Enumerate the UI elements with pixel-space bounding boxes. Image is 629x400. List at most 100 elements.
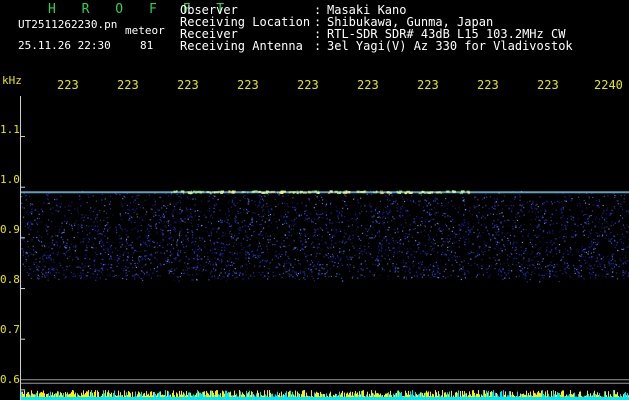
noise-pixel (134, 228, 136, 230)
noise-pixel (162, 229, 164, 231)
noise-pixel (497, 219, 499, 221)
noise-pixel (96, 277, 98, 279)
noise-pixel (179, 276, 181, 278)
noise-pixel (133, 251, 135, 254)
noise-pixel (79, 195, 81, 197)
noise-pixel (476, 236, 478, 238)
noise-pixel (481, 198, 484, 200)
carrier-highlight (308, 190, 311, 193)
noise-pixel (347, 238, 349, 240)
noise-pixel (268, 268, 270, 270)
noise-pixel (539, 263, 541, 265)
noise-pixel (418, 243, 420, 245)
noise-pixel (515, 252, 517, 255)
noise-pixel (237, 267, 239, 269)
noise-pixel (344, 203, 346, 205)
noise-pixel (448, 240, 450, 242)
noise-pixel (584, 214, 586, 216)
noise-pixel (272, 244, 274, 246)
noise-pixel (624, 215, 626, 217)
noise-pixel (501, 212, 503, 214)
noise-pixel (539, 240, 541, 243)
noise-pixel (110, 248, 112, 250)
noise-pixel (613, 193, 615, 195)
noise-pixel (375, 212, 377, 214)
noise-pixel (137, 237, 139, 239)
noise-pixel (217, 275, 219, 278)
noise-pixel (41, 276, 43, 278)
noise-pixel (133, 276, 135, 278)
noise-pixel (95, 200, 97, 202)
noise-pixel (290, 263, 292, 265)
noise-pixel (188, 267, 190, 269)
noise-pixel (565, 236, 567, 239)
noise-pixel (77, 236, 79, 238)
noise-pixel (597, 260, 599, 262)
noise-pixel (101, 267, 103, 269)
noise-pixel (182, 243, 184, 245)
noise-pixel (589, 277, 591, 279)
noise-pixel (211, 276, 213, 278)
noise-pixel (351, 277, 353, 279)
noise-pixel (527, 267, 529, 269)
noise-pixel (515, 276, 517, 278)
noise-pixel (613, 263, 615, 265)
noise-pixel (492, 227, 494, 229)
noise-pixel (574, 267, 576, 269)
noise-pixel (134, 209, 136, 211)
noise-pixel (601, 259, 603, 261)
noise-pixel (230, 264, 232, 266)
noise-pixel (308, 216, 310, 218)
noise-pixel (549, 264, 551, 266)
noise-pixel (292, 228, 295, 230)
noise-pixel (520, 246, 522, 248)
noise-pixel (561, 208, 563, 210)
noise-pixel (248, 210, 250, 213)
x-tick-label: 223 (297, 78, 319, 92)
noise-pixel (424, 226, 426, 228)
noise-pixel (464, 277, 466, 279)
noise-pixel (383, 211, 385, 214)
noise-pixel (326, 218, 328, 220)
noise-pixel (318, 270, 320, 272)
noise-pixel (495, 224, 497, 226)
noise-pixel (405, 210, 407, 212)
carrier-highlight (201, 190, 205, 193)
noise-pixel (392, 247, 394, 249)
noise-pixel (135, 265, 137, 267)
noise-pixel (186, 266, 188, 268)
noise-pixel (304, 210, 306, 212)
noise-pixel (106, 217, 108, 219)
noise-pixel (243, 220, 246, 222)
noise-pixel (64, 245, 66, 247)
noise-pixel (285, 271, 287, 273)
noise-pixel (207, 256, 209, 258)
noise-pixel (172, 248, 175, 250)
noise-pixel (212, 197, 214, 200)
noise-pixel (590, 215, 592, 217)
noise-pixel (151, 255, 153, 257)
noise-pixel (608, 262, 610, 264)
noise-pixel (116, 265, 118, 267)
noise-pixel (388, 226, 390, 229)
noise-pixel (500, 271, 502, 273)
noise-pixel (304, 274, 306, 276)
noise-pixel (610, 259, 612, 262)
noise-pixel (48, 246, 50, 248)
noise-pixel (169, 202, 171, 204)
noise-pixel (39, 234, 41, 237)
noise-pixel (88, 225, 90, 227)
noise-pixel (87, 217, 89, 219)
noise-pixel (551, 213, 553, 215)
noise-pixel (180, 234, 182, 237)
noise-pixel (154, 211, 157, 213)
noise-pixel (361, 250, 363, 252)
noise-pixel (458, 239, 460, 242)
noise-pixel (293, 247, 295, 249)
noise-pixel (124, 196, 126, 198)
noise-pixel (142, 279, 144, 281)
noise-pixel (405, 276, 408, 278)
noise-pixel (264, 275, 266, 277)
noise-pixel (300, 214, 302, 216)
noise-pixel (429, 269, 431, 271)
